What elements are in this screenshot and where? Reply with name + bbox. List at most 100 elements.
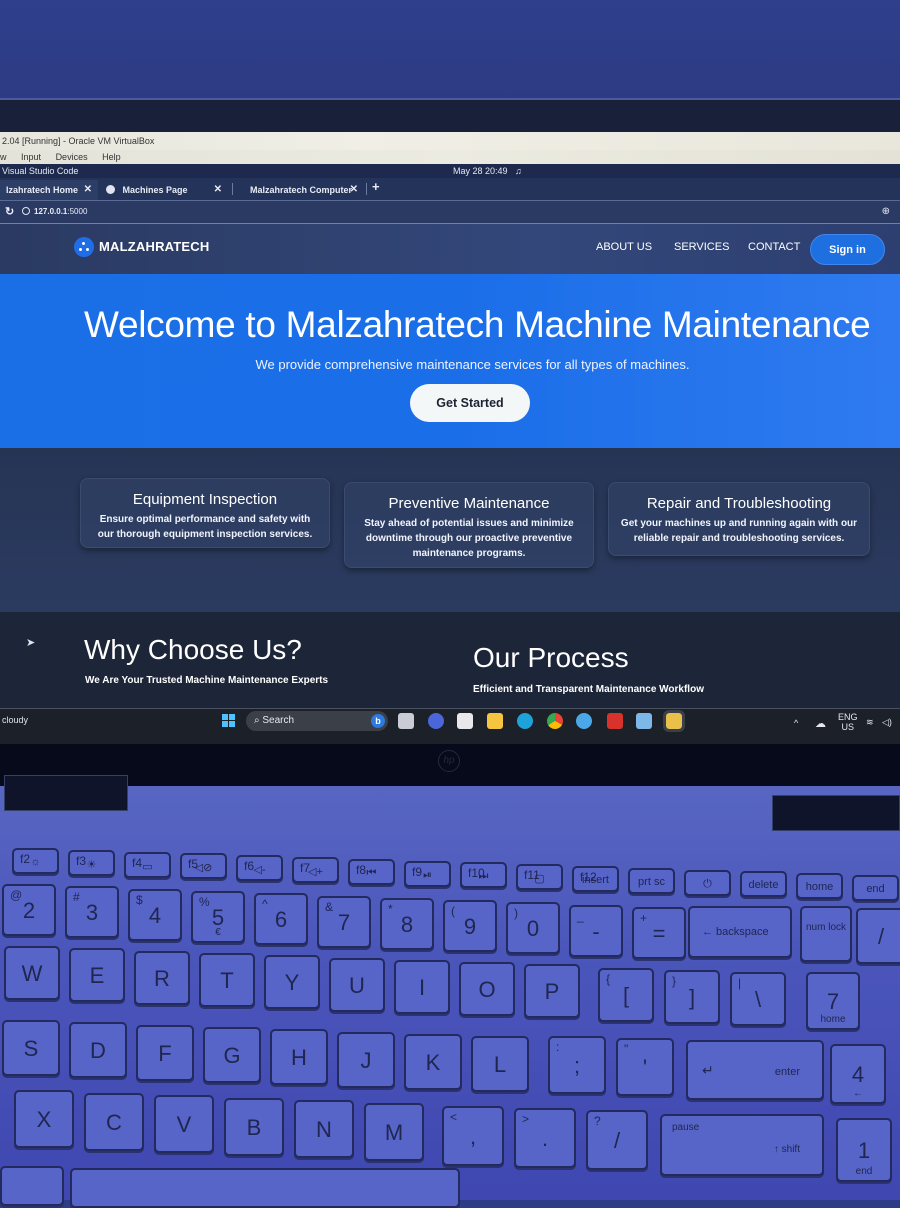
taskbar-search[interactable]: ⌕ Search b bbox=[246, 711, 388, 731]
reload-icon[interactable]: ↻ bbox=[5, 205, 14, 218]
get-started-button[interactable]: Get Started bbox=[410, 384, 530, 422]
tab-home[interactable]: lzahratech Home ✕ bbox=[0, 180, 98, 200]
key-h[interactable]: H bbox=[270, 1029, 328, 1085]
new-tab-button[interactable]: + bbox=[372, 179, 380, 194]
menu-devices[interactable]: Devices bbox=[56, 152, 88, 162]
key-c[interactable]: C bbox=[84, 1093, 144, 1151]
key-f7[interactable]: f7 ◁+ bbox=[292, 857, 339, 883]
active-app-name[interactable]: Visual Studio Code bbox=[2, 164, 78, 178]
key-e[interactable]: E bbox=[69, 948, 125, 1002]
key-backspace[interactable]: ← backspace bbox=[688, 906, 792, 958]
service-card[interactable]: Repair and Troubleshooting Get your mach… bbox=[608, 482, 870, 556]
weather-app-icon[interactable] bbox=[576, 713, 592, 729]
weather-widget[interactable]: cloudy bbox=[2, 715, 28, 725]
url-field[interactable]: 127.0.0.1:5000 bbox=[22, 204, 87, 220]
key-0[interactable]: ) 0 bbox=[506, 902, 560, 954]
key-f12[interactable]: f12 insert bbox=[572, 866, 619, 892]
active-app-icon[interactable] bbox=[663, 710, 685, 732]
key-i[interactable]: I bbox=[394, 960, 450, 1014]
key-semicolon[interactable]: :; bbox=[548, 1036, 606, 1094]
close-tab-icon[interactable]: ✕ bbox=[84, 180, 92, 200]
edge-icon[interactable] bbox=[517, 713, 533, 729]
clock[interactable]: May 28 20:49 bbox=[453, 164, 508, 178]
key-num-7[interactable]: 7 home bbox=[806, 972, 860, 1030]
tab-machines[interactable]: Machines Page ✕ bbox=[100, 180, 228, 200]
key-y[interactable]: Y bbox=[264, 955, 320, 1009]
key-f3[interactable]: f3 ☀ bbox=[68, 850, 115, 876]
file-explorer-icon[interactable] bbox=[487, 713, 503, 729]
key-f6[interactable]: f6 ◁- bbox=[236, 855, 283, 881]
key-close-bracket[interactable]: }] bbox=[664, 970, 720, 1024]
close-tab-icon[interactable]: ✕ bbox=[214, 180, 222, 200]
key-j[interactable]: J bbox=[337, 1032, 395, 1088]
key-d[interactable]: D bbox=[69, 1022, 127, 1078]
key-slash[interactable]: ? / bbox=[586, 1110, 648, 1170]
brand-logo-icon[interactable] bbox=[74, 237, 94, 257]
key-period[interactable]: >. bbox=[514, 1108, 576, 1168]
key-l[interactable]: L bbox=[471, 1036, 529, 1092]
key-2[interactable]: @2 bbox=[2, 884, 56, 936]
sign-in-button[interactable]: Sign in bbox=[810, 234, 885, 265]
task-view-icon[interactable] bbox=[398, 713, 414, 729]
key-home[interactable]: home bbox=[796, 873, 843, 899]
key-s[interactable]: S bbox=[2, 1020, 60, 1076]
key-space[interactable] bbox=[70, 1168, 460, 1208]
mcafee-icon[interactable] bbox=[607, 713, 623, 729]
brand-name[interactable]: MALZAHRATECH bbox=[99, 239, 209, 254]
key-u[interactable]: U bbox=[329, 958, 385, 1012]
key-open-bracket[interactable]: {[ bbox=[598, 968, 654, 1022]
key-p[interactable]: P bbox=[524, 964, 580, 1018]
key-f10[interactable]: f10 ⏭ bbox=[460, 862, 507, 888]
bing-icon[interactable]: b bbox=[371, 714, 385, 728]
tray-overflow-icon[interactable]: ^ bbox=[794, 718, 798, 728]
key-quote[interactable]: " ' bbox=[616, 1038, 674, 1096]
key-f11[interactable]: f11 ▢ bbox=[516, 864, 563, 890]
key-r[interactable]: R bbox=[134, 951, 190, 1005]
key-v[interactable]: V bbox=[154, 1095, 214, 1153]
virtualbox-icon[interactable] bbox=[636, 713, 652, 729]
key-f5[interactable]: f5 ◁⊘ bbox=[180, 853, 227, 879]
key-⏻[interactable]: ⏻ bbox=[684, 870, 731, 896]
onedrive-icon[interactable]: ☁ bbox=[815, 717, 826, 730]
nav-contact[interactable]: CONTACT bbox=[748, 241, 800, 253]
windows-start-icon[interactable] bbox=[222, 714, 235, 727]
key-w[interactable]: W bbox=[4, 946, 60, 1000]
key-right-shift[interactable]: pause ↑ shift bbox=[660, 1114, 824, 1176]
info-icon[interactable] bbox=[22, 207, 30, 215]
service-card[interactable]: Preventive Maintenance Stay ahead of pot… bbox=[344, 482, 594, 568]
meet-icon[interactable] bbox=[428, 713, 444, 729]
key-f2[interactable]: f2 ☼ bbox=[12, 848, 59, 874]
key-m[interactable]: M bbox=[364, 1103, 424, 1161]
notification-icon[interactable]: ♫ bbox=[515, 164, 522, 178]
zoom-icon[interactable]: ⊕ bbox=[882, 206, 890, 217]
key-delete[interactable]: delete bbox=[740, 871, 787, 897]
key-num-1[interactable]: 1 end bbox=[836, 1118, 892, 1182]
key-f[interactable]: F bbox=[136, 1025, 194, 1081]
key-g[interactable]: G bbox=[203, 1027, 261, 1083]
nav-services[interactable]: SERVICES bbox=[674, 241, 729, 253]
wifi-icon[interactable]: ≋ bbox=[866, 717, 874, 728]
menu-view[interactable]: w bbox=[0, 152, 7, 162]
key--[interactable]: _ - bbox=[569, 905, 623, 957]
service-card[interactable]: Equipment Inspection Ensure optimal perf… bbox=[80, 478, 330, 548]
key-f8[interactable]: f8 ⏮ bbox=[348, 859, 395, 885]
key-t[interactable]: T bbox=[199, 953, 255, 1007]
key-6[interactable]: ^ 6 bbox=[254, 893, 308, 945]
key-9[interactable]: (9 bbox=[443, 900, 497, 952]
key-3[interactable]: #3 bbox=[65, 886, 119, 938]
key-8[interactable]: * 8 bbox=[380, 898, 434, 950]
key-f9[interactable]: f9 ⏯ bbox=[404, 861, 451, 887]
key-comma[interactable]: <, bbox=[442, 1106, 504, 1166]
tab-computer[interactable]: Malzahratech Computer ✕ bbox=[244, 180, 364, 200]
key-num-lock[interactable]: num lock bbox=[800, 906, 852, 962]
key-num-slash[interactable]: / bbox=[856, 908, 900, 964]
key-o[interactable]: O bbox=[459, 962, 515, 1016]
key-=[interactable]: + = bbox=[632, 907, 686, 959]
key-b[interactable]: B bbox=[224, 1098, 284, 1156]
close-tab-icon[interactable]: ✕ bbox=[350, 180, 358, 200]
key-n[interactable]: N bbox=[294, 1100, 354, 1158]
key-4[interactable]: $4 bbox=[128, 889, 182, 941]
chrome-icon[interactable] bbox=[547, 713, 563, 729]
menu-input[interactable]: Input bbox=[21, 152, 41, 162]
key-f4[interactable]: f4 ▭ bbox=[124, 852, 171, 878]
